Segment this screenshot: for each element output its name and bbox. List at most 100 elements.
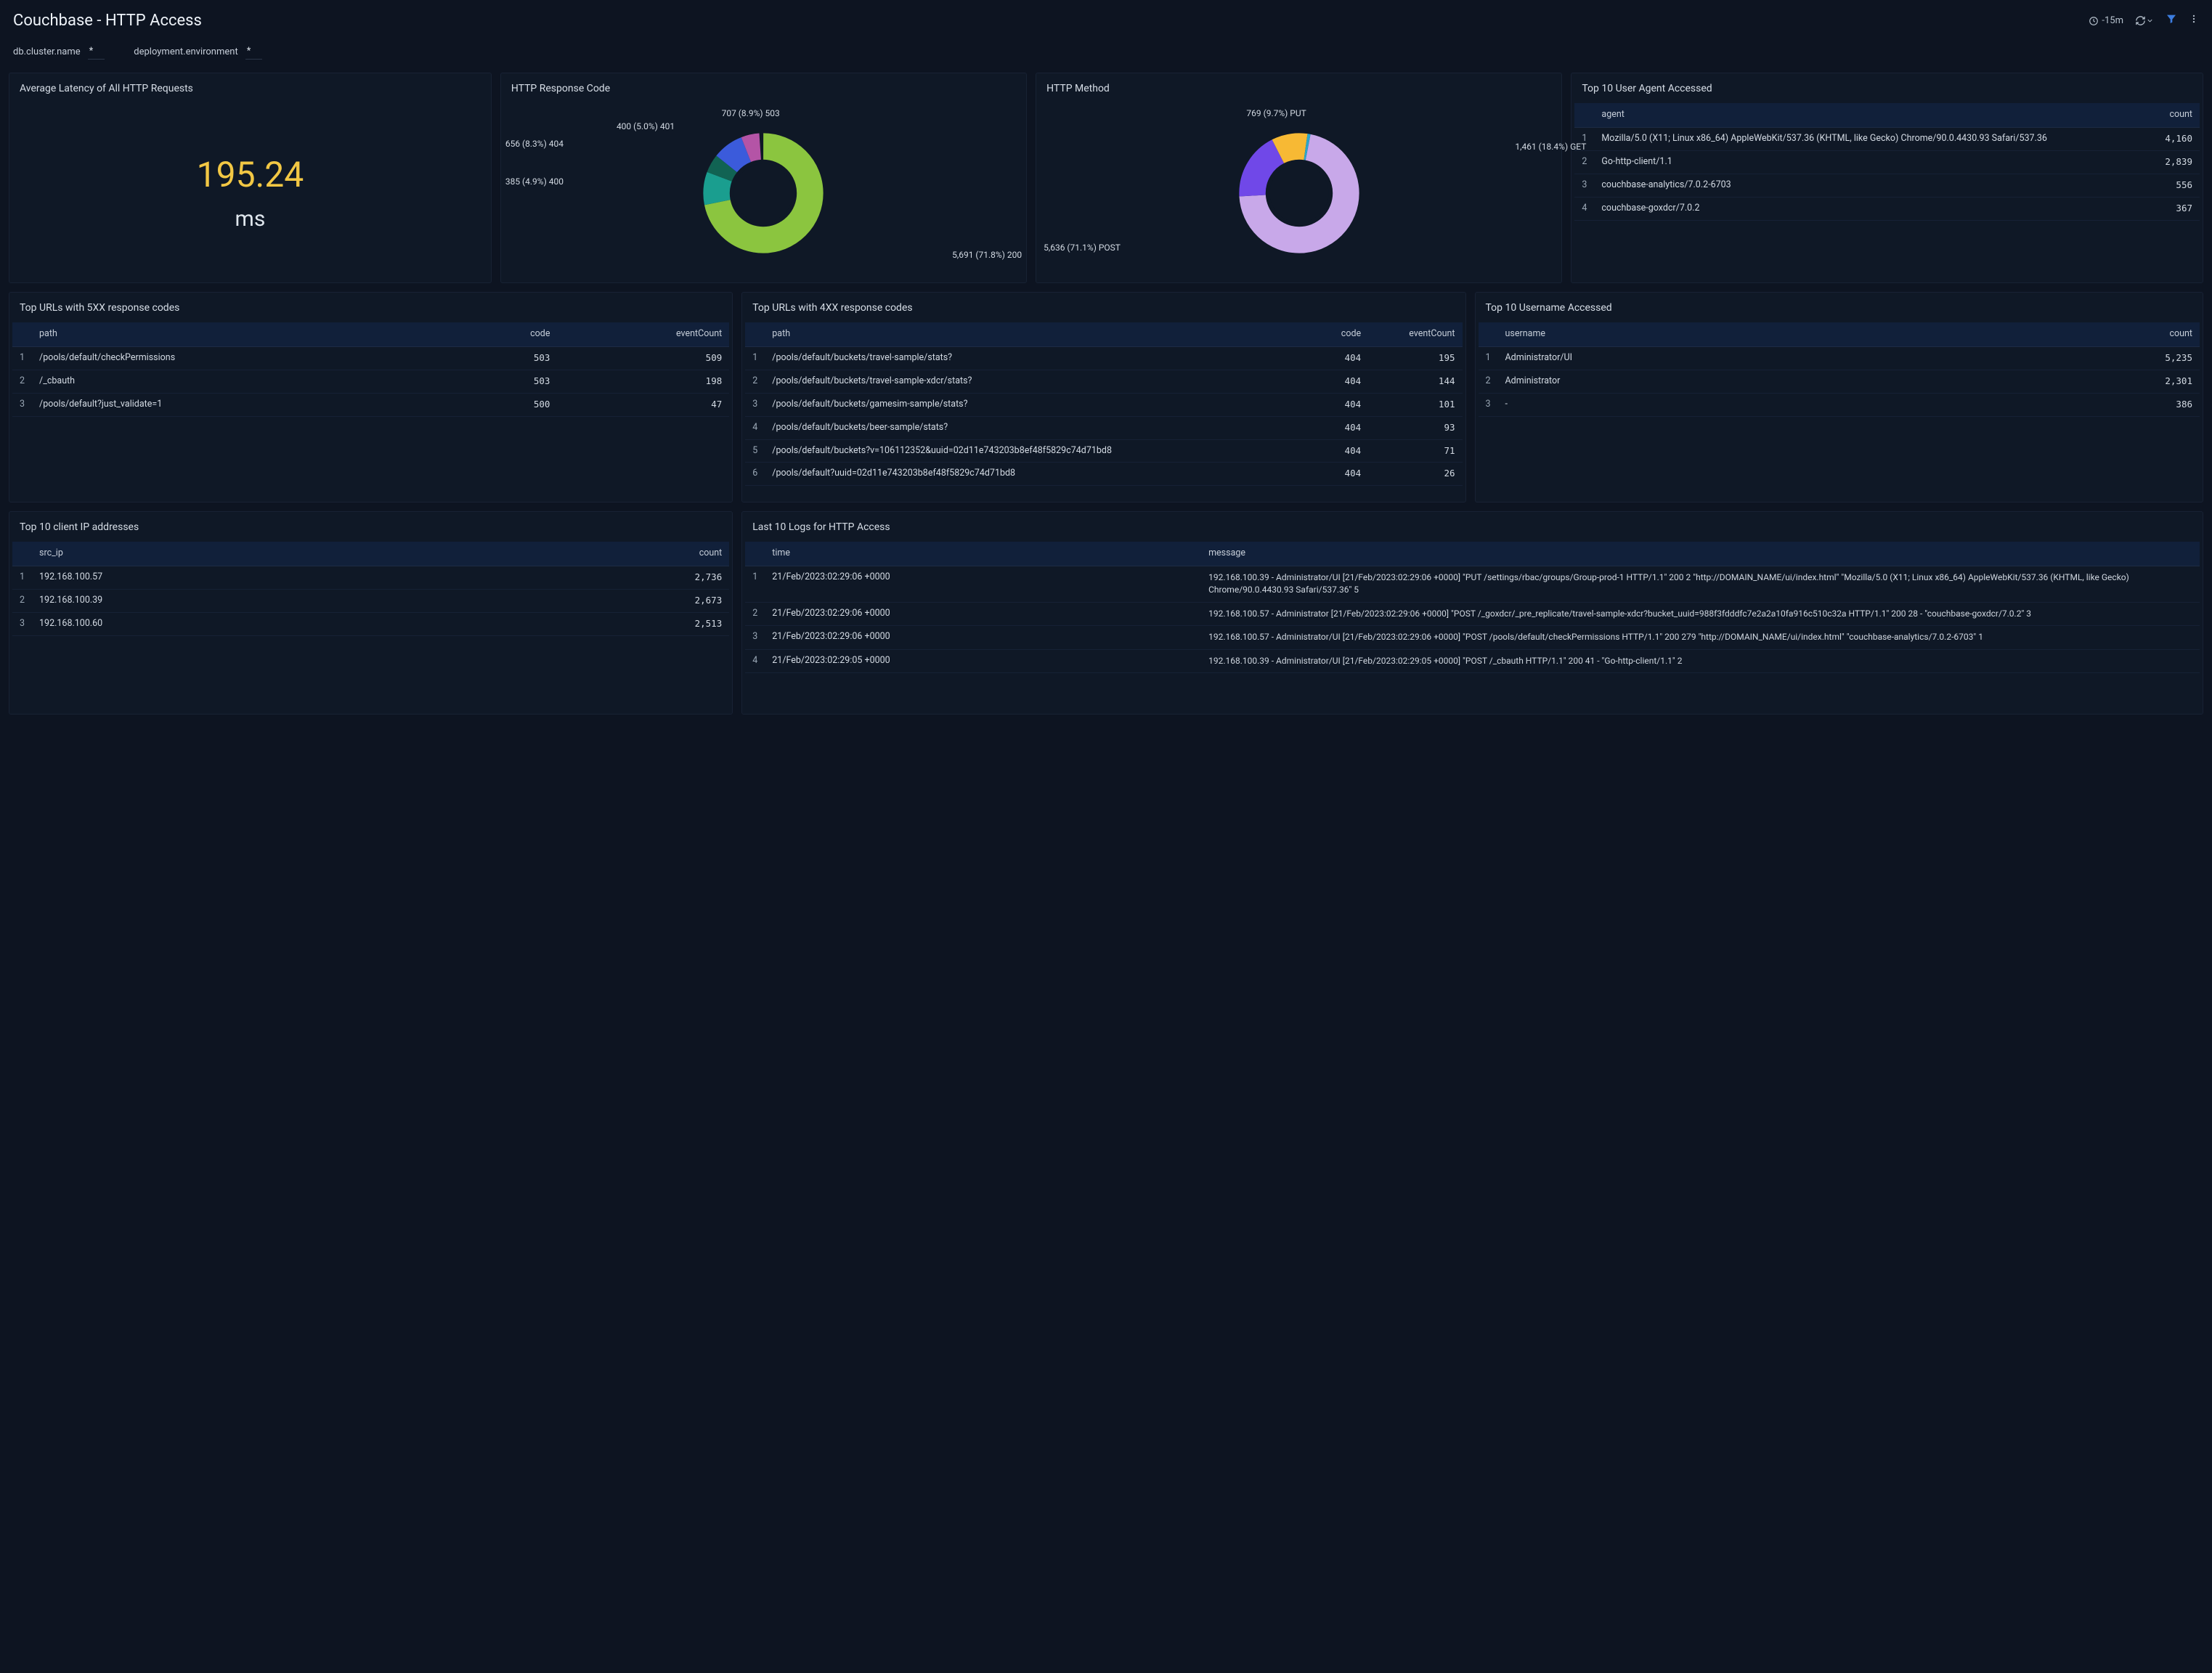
cell-ev: 47 <box>557 393 729 416</box>
table-row[interactable]: 221/Feb/2023:02:29:06 +0000192.168.100.5… <box>745 602 2200 625</box>
filter-button[interactable] <box>2166 13 2177 29</box>
table-row[interactable]: 1/pools/default/buckets/travel-sample/st… <box>745 347 1462 370</box>
panel-http-method: HTTP Method 769 (9.7%) PUT 1,461 (18.4%)… <box>1036 73 1562 283</box>
cell-ev: 26 <box>1368 463 1462 486</box>
col-username[interactable]: username <box>1498 322 1962 346</box>
table-row[interactable]: 2/pools/default/buckets/travel-sample-xd… <box>745 370 1462 393</box>
chevron-down-icon <box>2146 17 2154 25</box>
panel-user-agents: Top 10 User Agent Accessed agentcount 1M… <box>1571 73 2203 283</box>
table-row[interactable]: 121/Feb/2023:02:29:06 +0000192.168.100.3… <box>745 566 2200 603</box>
slice-label-401: 400 (5.0%) 401 <box>617 121 675 132</box>
cell-code: 404 <box>1315 416 1369 439</box>
cell-agent: couchbase-analytics/7.0.2-6703 <box>1594 174 2149 197</box>
cell-path: /pools/default/buckets/travel-sample-xdc… <box>765 370 1314 393</box>
table-5xx[interactable]: pathcodeeventCount 1/pools/default/check… <box>12 322 729 417</box>
cell-count: 2,736 <box>485 566 729 590</box>
donut-response-code[interactable] <box>702 131 825 255</box>
row-index: 2 <box>745 370 765 393</box>
filter-value: * <box>245 45 263 60</box>
table-row[interactable]: 321/Feb/2023:02:29:06 +0000192.168.100.5… <box>745 626 2200 649</box>
table-row[interactable]: 3/pools/default/buckets/gamesim-sample/s… <box>745 393 1462 416</box>
col-code[interactable]: code <box>1315 322 1369 346</box>
time-range-label: -15m <box>2102 15 2123 28</box>
col-path[interactable]: path <box>765 322 1314 346</box>
col-agent[interactable]: agent <box>1594 103 2149 127</box>
table-logs[interactable]: timemessage 121/Feb/2023:02:29:06 +00001… <box>745 542 2200 673</box>
cell-code: 503 <box>460 370 558 393</box>
col-code[interactable]: code <box>460 322 558 346</box>
table-row[interactable]: 3192.168.100.602,513 <box>12 612 729 635</box>
cell-ev: 93 <box>1368 416 1462 439</box>
table-row[interactable]: 6/pools/default?uuid=02d11e743203b8ef48f… <box>745 463 1462 486</box>
table-user-agents[interactable]: agentcount 1Mozilla/5.0 (X11; Linux x86_… <box>1574 103 2200 220</box>
table-row[interactable]: 2192.168.100.392,673 <box>12 589 729 612</box>
filter-icon <box>2166 13 2177 25</box>
table-row[interactable]: 421/Feb/2023:02:29:05 +0000192.168.100.3… <box>745 649 2200 672</box>
table-row[interactable]: 4/pools/default/buckets/beer-sample/stat… <box>745 416 1462 439</box>
table-usernames[interactable]: usernamecount 1Administrator/UI5,2352Adm… <box>1479 322 2200 417</box>
refresh-button[interactable] <box>2135 15 2154 26</box>
cell-ev: 198 <box>557 370 729 393</box>
cell-count: 2,839 <box>2149 150 2200 174</box>
cell-count: 2,673 <box>485 589 729 612</box>
table-4xx[interactable]: pathcodeeventCount 1/pools/default/bucke… <box>745 322 1462 486</box>
cell-path: /pools/default?just_validate=1 <box>32 393 460 416</box>
table-row[interactable]: 1/pools/default/checkPermissions503509 <box>12 347 729 370</box>
row-index: 3 <box>12 612 32 635</box>
table-row[interactable]: 1Administrator/UI5,235 <box>1479 347 2200 370</box>
panel-logs: Last 10 Logs for HTTP Access timemessage… <box>741 511 2203 715</box>
col-count[interactable]: count <box>485 542 729 566</box>
filter-environment[interactable]: deployment.environment* <box>134 45 262 60</box>
cell-time: 21/Feb/2023:02:29:06 +0000 <box>765 626 1201 649</box>
panel-title: Top 10 Username Accessed <box>1476 293 2203 322</box>
row-index: 4 <box>1574 197 1594 220</box>
table-ips[interactable]: src_ipcount 1192.168.100.572,7362192.168… <box>12 542 729 636</box>
table-row[interactable]: 2Administrator2,301 <box>1479 370 2200 393</box>
cell-path: /pools/default/buckets/travel-sample/sta… <box>765 347 1314 370</box>
filter-bar: db.cluster.name * deployment.environment* <box>6 42 2206 73</box>
col-path[interactable]: path <box>32 322 460 346</box>
col-time[interactable]: time <box>765 542 1201 566</box>
table-row[interactable]: 5/pools/default/buckets?v=106112352&uuid… <box>745 439 1462 463</box>
cell-count: 2,301 <box>1962 370 2200 393</box>
table-row[interactable]: 4couchbase-goxdcr/7.0.2367 <box>1574 197 2200 220</box>
cell-path: /pools/default?uuid=02d11e743203b8ef48f5… <box>765 463 1314 486</box>
table-row[interactable]: 2Go-http-client/1.12,839 <box>1574 150 2200 174</box>
donut-http-method[interactable] <box>1237 131 1361 255</box>
cell-code: 500 <box>460 393 558 416</box>
table-row[interactable]: 1192.168.100.572,736 <box>12 566 729 590</box>
row-index: 3 <box>12 393 32 416</box>
table-row[interactable]: 1Mozilla/5.0 (X11; Linux x86_64) AppleWe… <box>1574 128 2200 151</box>
col-srcip[interactable]: src_ip <box>32 542 485 566</box>
cell-path: /pools/default/checkPermissions <box>32 347 460 370</box>
row-index: 2 <box>1574 150 1594 174</box>
filter-value: * <box>88 45 105 60</box>
cell-ip: 192.168.100.39 <box>32 589 485 612</box>
col-count[interactable]: count <box>1962 322 2200 346</box>
cell-code: 404 <box>1315 370 1369 393</box>
col-count[interactable]: count <box>2149 103 2200 127</box>
more-button[interactable] <box>2189 13 2199 29</box>
cell-path: /pools/default/buckets?v=106112352&uuid=… <box>765 439 1314 463</box>
panel-title: Top 10 client IP addresses <box>9 512 732 542</box>
cell-ev: 195 <box>1368 347 1462 370</box>
cell-ev: 101 <box>1368 393 1462 416</box>
panel-title: Last 10 Logs for HTTP Access <box>742 512 2203 542</box>
cell-ip: 192.168.100.57 <box>32 566 485 590</box>
panel-title: Average Latency of All HTTP Requests <box>9 73 491 103</box>
cell-path: /_cbauth <box>32 370 460 393</box>
latency-unit: ms <box>197 205 304 235</box>
time-picker[interactable]: -15m <box>2089 15 2123 28</box>
col-eventcount[interactable]: eventCount <box>557 322 729 346</box>
table-row[interactable]: 3couchbase-analytics/7.0.2-6703556 <box>1574 174 2200 197</box>
panel-usernames: Top 10 Username Accessed usernamecount 1… <box>1475 292 2204 502</box>
cell-ev: 509 <box>557 347 729 370</box>
table-row[interactable]: 3/pools/default?just_validate=150047 <box>12 393 729 416</box>
col-eventcount[interactable]: eventCount <box>1368 322 1462 346</box>
table-row[interactable]: 3-386 <box>1479 393 2200 416</box>
filter-cluster[interactable]: db.cluster.name * <box>13 45 105 60</box>
filter-label: db.cluster.name <box>13 46 81 59</box>
table-row[interactable]: 2/_cbauth503198 <box>12 370 729 393</box>
cell-time: 21/Feb/2023:02:29:05 +0000 <box>765 649 1201 672</box>
col-message[interactable]: message <box>1201 542 2200 566</box>
